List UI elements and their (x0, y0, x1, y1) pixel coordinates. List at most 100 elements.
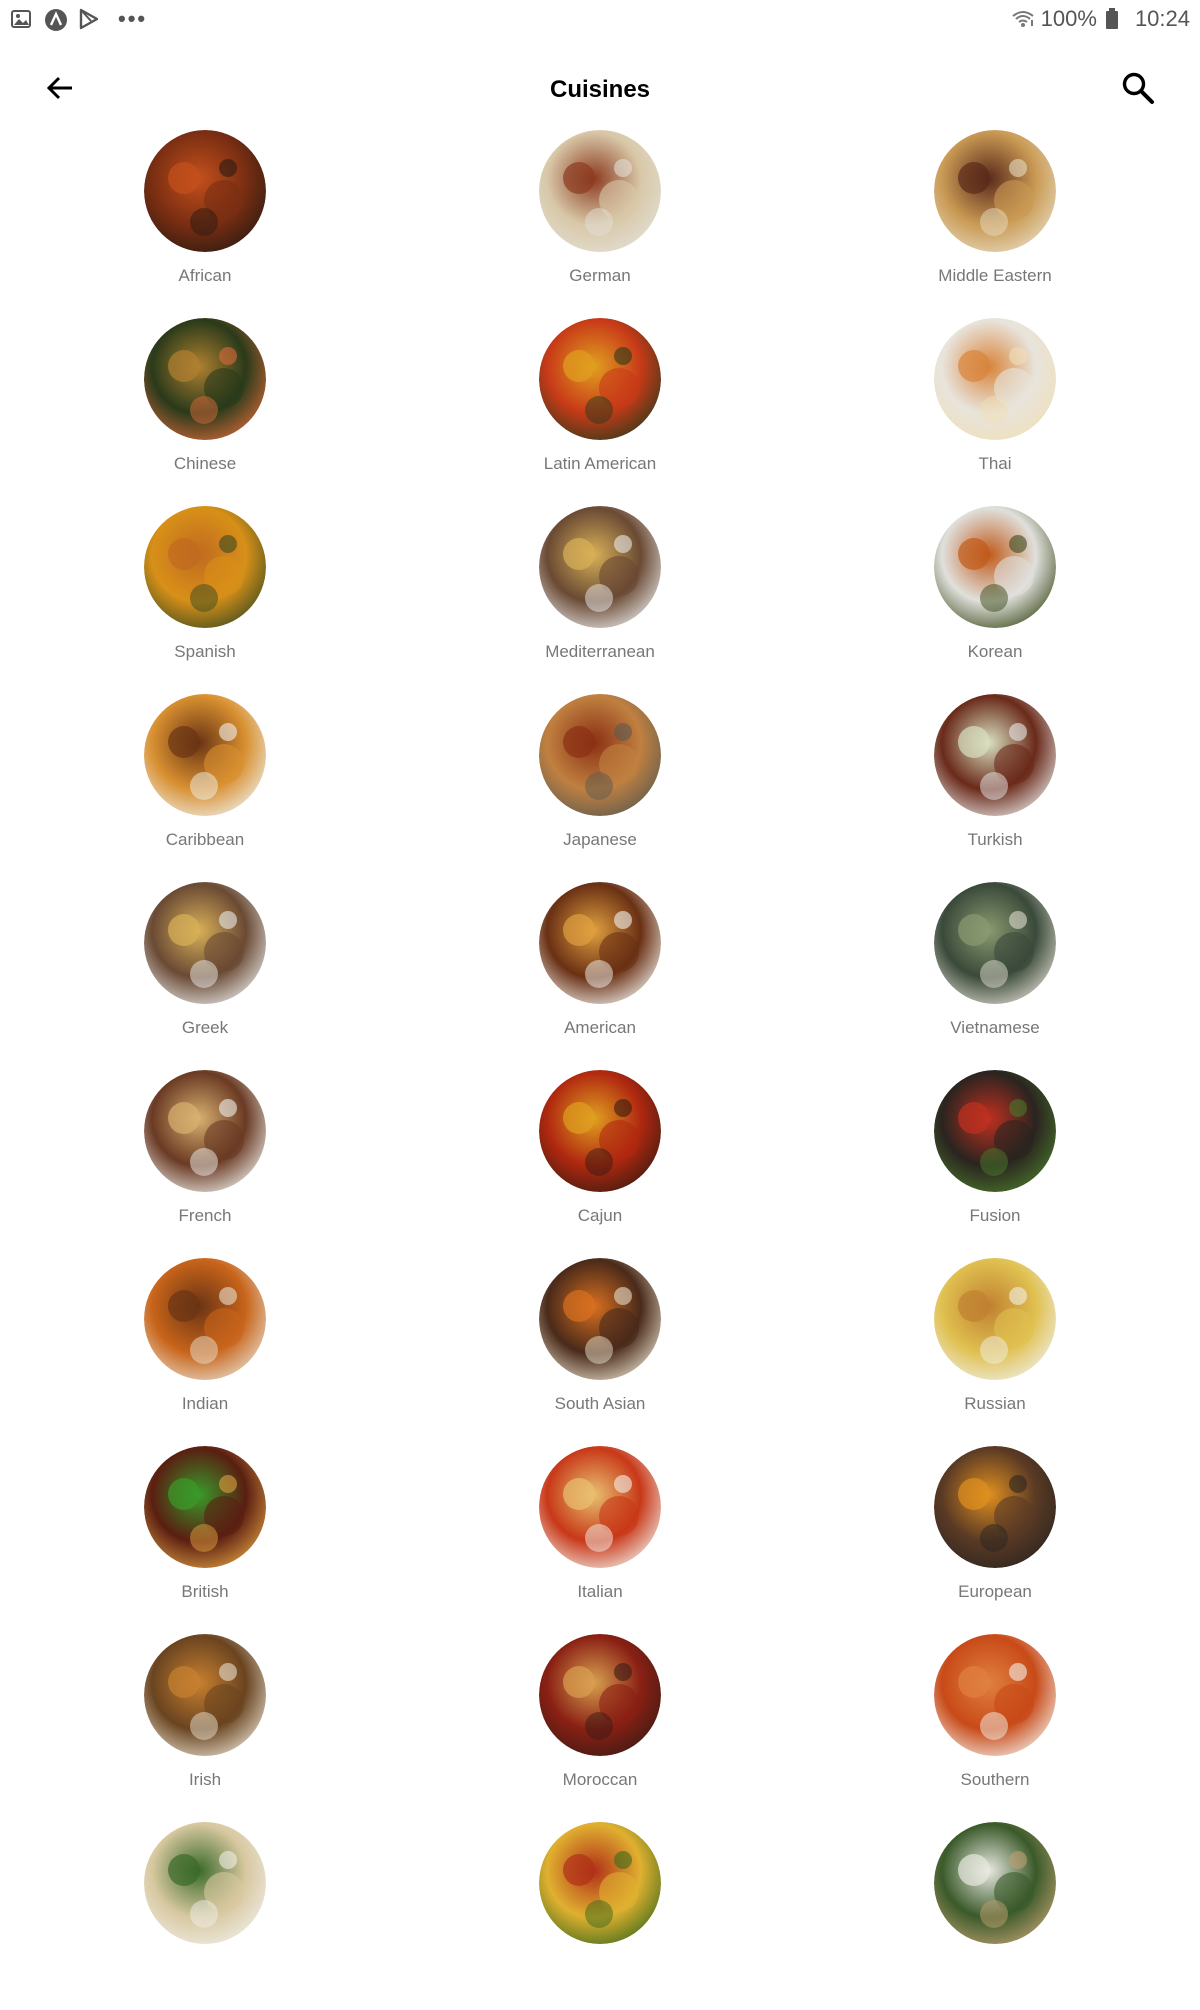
cuisine-item[interactable]: Fusion (790, 1070, 1200, 1258)
cuisine-item[interactable]: Vietnamese (790, 882, 1200, 1070)
cuisine-item[interactable]: German (410, 130, 790, 318)
cuisine-label: Thai (978, 454, 1012, 473)
cuisine-label: Latin American (543, 454, 657, 473)
cuisine-label: Spanish (174, 642, 236, 661)
cuisine-item[interactable]: Latin American (410, 318, 790, 506)
cuisine-image (539, 694, 661, 816)
cuisine-label: Italian (577, 1582, 623, 1601)
status-bar-system: 100% 10:24 (1011, 6, 1190, 32)
cuisine-item[interactable]: Irish (0, 1634, 410, 1822)
cuisine-image (934, 1634, 1056, 1756)
cuisine-label: Greek (181, 1018, 229, 1037)
cuisine-item[interactable]: Chinese (0, 318, 410, 506)
cuisine-image (934, 506, 1056, 628)
cuisine-item[interactable]: Turkish (790, 694, 1200, 882)
cuisine-image (144, 1446, 266, 1568)
clock: 10:24 (1134, 6, 1190, 31)
cuisine-item[interactable]: South Asian (410, 1258, 790, 1446)
cuisine-item[interactable]: Indian (0, 1258, 410, 1446)
cuisine-item[interactable]: African (0, 130, 410, 318)
cuisine-label: Fusion (969, 1206, 1021, 1225)
cuisine-label: South Asian (554, 1394, 646, 1413)
cuisine-label: Moroccan (562, 1770, 638, 1789)
play-store-icon (78, 8, 100, 30)
cuisine-image (144, 694, 266, 816)
cuisine-image (934, 882, 1056, 1004)
cuisine-image (934, 1822, 1056, 1944)
cuisine-image (539, 1634, 661, 1756)
cuisine-label: Mediterranean (545, 642, 655, 661)
search-button[interactable] (1114, 66, 1162, 114)
cuisine-image (539, 1822, 661, 1944)
battery-percent: 100% (1040, 6, 1097, 31)
cuisine-item[interactable]: British (0, 1446, 410, 1634)
cuisine-image (539, 1258, 661, 1380)
more-notifications-icon: ••• (118, 6, 148, 31)
search-icon (1121, 71, 1155, 110)
app-bar: Cuisines (0, 50, 1200, 130)
cuisine-image (144, 1634, 266, 1756)
cuisine-image (144, 1070, 266, 1192)
cuisine-label: Vietnamese (950, 1018, 1040, 1037)
cuisine-image (539, 318, 661, 440)
cuisine-image (934, 318, 1056, 440)
gallery-icon (10, 8, 32, 30)
cuisine-image (144, 130, 266, 252)
cuisine-label: German (569, 266, 631, 285)
cuisine-item[interactable]: Thai (790, 318, 1200, 506)
cuisine-item[interactable]: Cajun (410, 1070, 790, 1258)
cuisine-label: Southern (960, 1770, 1030, 1789)
cuisine-label: French (178, 1206, 232, 1225)
cuisine-item[interactable]: Russian (790, 1258, 1200, 1446)
cuisine-image (934, 694, 1056, 816)
cuisine-image (934, 130, 1056, 252)
cuisine-label: American (564, 1018, 636, 1037)
wifi-icon (1011, 8, 1034, 30)
cuisine-image (144, 506, 266, 628)
cuisine-item[interactable] (790, 1822, 1200, 2010)
cuisine-item[interactable] (0, 1822, 410, 2010)
cuisine-label: African (178, 266, 232, 285)
cuisine-image (144, 318, 266, 440)
cuisine-image (144, 1822, 266, 1944)
cuisine-item[interactable]: Moroccan (410, 1634, 790, 1822)
cuisine-item[interactable]: Spanish (0, 506, 410, 694)
cuisine-item[interactable]: Mediterranean (410, 506, 790, 694)
cuisine-label: Japanese (563, 830, 637, 849)
cuisine-image (144, 1258, 266, 1380)
cuisine-item[interactable] (410, 1822, 790, 2010)
cuisine-label: Caribbean (165, 830, 245, 849)
cuisine-item[interactable]: Japanese (410, 694, 790, 882)
cuisine-item[interactable]: European (790, 1446, 1200, 1634)
cuisine-label: British (181, 1582, 229, 1601)
cuisine-label: Indian (181, 1394, 229, 1413)
cuisine-image (144, 882, 266, 1004)
cuisine-label: Irish (188, 1770, 222, 1789)
cuisine-image (539, 1446, 661, 1568)
cuisine-label: Korean (967, 642, 1023, 661)
status-bar-notifications: ••• (10, 6, 147, 32)
cuisine-image (934, 1070, 1056, 1192)
cuisine-label: European (958, 1582, 1032, 1601)
cuisine-label: Russian (964, 1394, 1026, 1413)
cuisine-item[interactable]: Korean (790, 506, 1200, 694)
cuisine-item[interactable]: Greek (0, 882, 410, 1070)
cuisine-item[interactable]: Caribbean (0, 694, 410, 882)
cuisine-image (934, 1446, 1056, 1568)
cuisine-item[interactable]: Southern (790, 1634, 1200, 1822)
battery-icon (1105, 8, 1127, 30)
page-title: Cuisines (549, 76, 651, 103)
cuisine-label: Cajun (577, 1206, 623, 1225)
cuisine-image (539, 1070, 661, 1192)
cuisine-image (539, 882, 661, 1004)
cuisine-image (934, 1258, 1056, 1380)
app-notification-icon (44, 8, 67, 31)
cuisine-label: Chinese (173, 454, 237, 473)
cuisine-grid: African German Middle Eastern Chinese Latin … (0, 130, 1200, 2010)
cuisine-item[interactable]: French (0, 1070, 410, 1258)
cuisine-item[interactable]: Italian (410, 1446, 790, 1634)
cuisine-image (539, 130, 661, 252)
cuisine-item[interactable]: American (410, 882, 790, 1070)
status-bar: ••• 100% 10:24 (0, 0, 1200, 38)
cuisine-item[interactable]: Middle Eastern (790, 130, 1200, 318)
